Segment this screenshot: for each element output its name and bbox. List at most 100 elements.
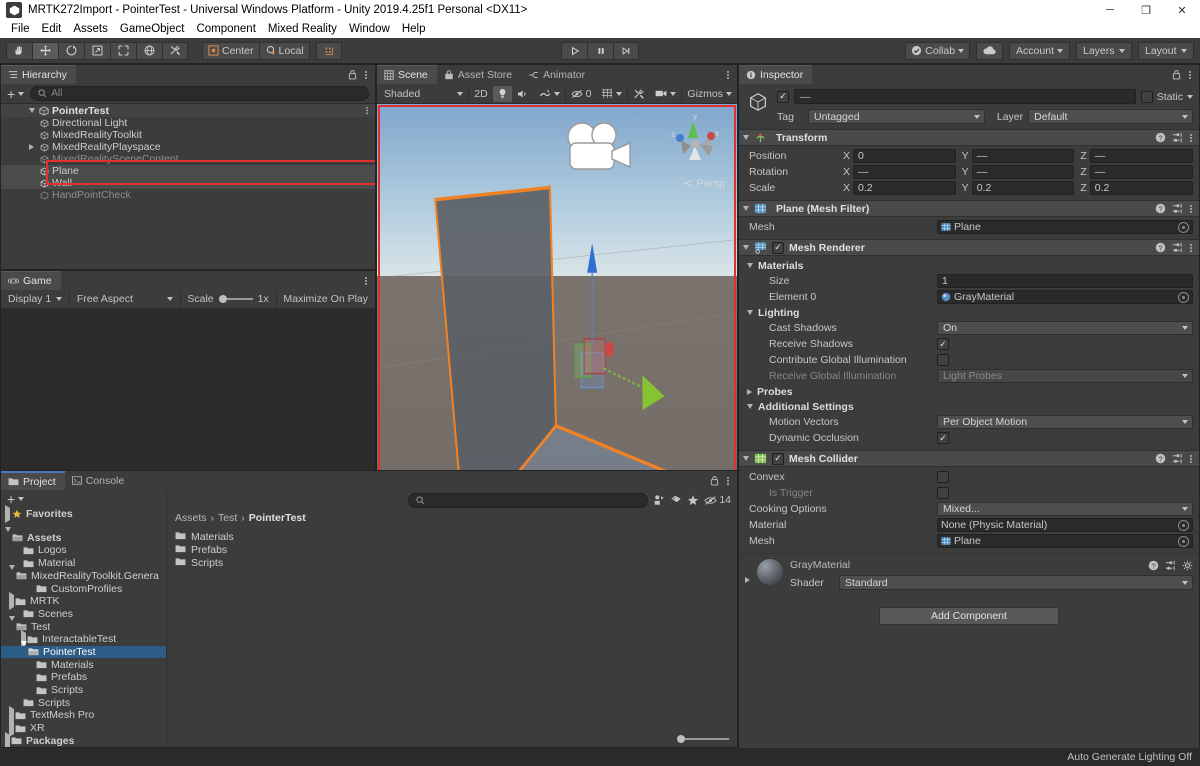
tab-hierarchy[interactable]: Hierarchy — [1, 65, 76, 84]
tab-scene[interactable]: Scene — [377, 65, 437, 84]
project-tree-item-prefabs[interactable]: Prefabs — [1, 671, 166, 684]
mesh-filter-mesh-field[interactable]: Plane — [937, 220, 1193, 234]
scene-gizmos-dropdown[interactable]: Gizmos — [682, 86, 737, 102]
rotation-x-input[interactable]: — — [853, 165, 956, 179]
lighting-section-header[interactable]: Lighting — [745, 305, 1193, 320]
hierarchy-row-mixedrealityplayspace[interactable]: MixedRealityPlayspace — [1, 141, 375, 153]
preset-icon[interactable] — [1172, 203, 1183, 214]
hierarchy-row-handpointcheck[interactable]: HandPointCheck — [1, 189, 375, 201]
materials-section-header[interactable]: Materials — [745, 258, 1193, 273]
collab-button[interactable]: Collab — [905, 41, 971, 60]
hierarchy-add-button[interactable]: + — [7, 87, 25, 101]
scene-fx-dropdown[interactable] — [534, 86, 565, 102]
play-button[interactable] — [561, 41, 587, 60]
project-tree-item-material[interactable]: Material — [1, 557, 166, 570]
materials-size-input[interactable]: 1 — [937, 274, 1193, 288]
move-tool-button[interactable] — [32, 41, 58, 60]
hierarchy-row-scene[interactable]: PointerTest — [1, 104, 375, 117]
mesh-renderer-component-header[interactable]: ✓ Mesh Renderer ? — [739, 239, 1199, 256]
maximize-on-play-toggle[interactable]: Maximize On Play — [276, 291, 375, 307]
project-list-item-scripts[interactable]: Scripts — [175, 556, 737, 569]
hierarchy-search-input[interactable]: All — [30, 86, 369, 101]
project-tree-item-scripts[interactable]: Scripts — [1, 696, 166, 709]
object-picker-icon[interactable] — [1178, 221, 1189, 233]
more-options-icon[interactable] — [1189, 203, 1193, 215]
tab-console[interactable]: Console — [64, 471, 134, 490]
scale-tool-button[interactable] — [84, 41, 110, 60]
hand-tool-button[interactable] — [6, 41, 32, 60]
position-y-input[interactable]: — — [971, 149, 1075, 163]
add-component-button[interactable]: Add Component — [879, 607, 1059, 625]
close-button[interactable]: ✕ — [1164, 0, 1200, 20]
menu-item-assets[interactable]: Assets — [67, 20, 114, 38]
transform-component-header[interactable]: Transform ? — [739, 129, 1199, 146]
position-x-input[interactable]: 0 — [853, 149, 956, 163]
tab-game[interactable]: Game — [1, 271, 61, 290]
project-tree-item-scenes[interactable]: Scenes — [1, 608, 166, 621]
tab-project[interactable]: Project — [1, 471, 65, 490]
hierarchy-row-plane[interactable]: Plane — [1, 165, 375, 177]
breadcrumb-pointertest[interactable]: PointerTest — [249, 512, 306, 524]
menu-item-help[interactable]: Help — [396, 20, 432, 38]
cloud-button[interactable] — [976, 41, 1004, 60]
mesh-filter-component-header[interactable]: Plane (Mesh Filter) ? — [739, 200, 1199, 217]
account-button[interactable]: Account — [1009, 41, 1070, 60]
project-tree-item-xr[interactable]: XR — [1, 719, 166, 738]
step-button[interactable] — [613, 41, 639, 60]
project-icon-size-slider[interactable] — [677, 735, 729, 743]
help-icon[interactable]: ? — [1155, 242, 1166, 253]
scene-audio-toggle[interactable] — [512, 86, 534, 102]
preset-icon[interactable] — [1172, 242, 1183, 253]
scale-x-input[interactable]: 0.2 — [853, 181, 956, 195]
orientation-gizmo[interactable]: y x z — [661, 110, 729, 176]
breadcrumb-assets[interactable]: Assets — [175, 512, 207, 524]
scale-slider-track[interactable] — [218, 295, 253, 303]
project-tree-item-favorites[interactable]: Favorites — [1, 505, 166, 524]
object-picker-icon[interactable] — [1178, 291, 1189, 303]
convex-checkbox[interactable]: ✓ — [937, 471, 949, 483]
project-search-input[interactable] — [408, 492, 649, 508]
mesh-collider-component-header[interactable]: ✓ Mesh Collider ? — [739, 450, 1199, 467]
position-z-input[interactable]: — — [1089, 149, 1194, 163]
help-icon[interactable]: ? — [1148, 560, 1159, 571]
custom-tool-button[interactable] — [162, 41, 188, 60]
tag-dropdown[interactable]: Untagged — [808, 109, 986, 124]
gameobject-name-input[interactable]: — — [794, 89, 1136, 104]
project-tree-item-packages[interactable]: Packages — [1, 731, 166, 747]
layer-dropdown[interactable]: Default — [1028, 109, 1194, 124]
help-icon[interactable]: ? — [1155, 453, 1166, 464]
cooking-options-dropdown[interactable]: Mixed... — [937, 502, 1193, 516]
dynamic-occlusion-checkbox[interactable]: ✓ — [937, 432, 949, 444]
project-tree-item-mrtk[interactable]: MRTK — [1, 592, 166, 611]
pivot-mode-button[interactable]: Center — [202, 41, 259, 60]
scene-hidden-objects-button[interactable]: 0 — [566, 86, 597, 102]
cast-shadows-dropdown[interactable]: On — [937, 321, 1193, 335]
project-item-list[interactable]: Materials Prefabs Scripts — [167, 526, 737, 731]
tab-asset-store[interactable]: Asset Store — [436, 65, 522, 84]
menu-item-edit[interactable]: Edit — [36, 20, 68, 38]
menu-item-window[interactable]: Window — [343, 20, 396, 38]
help-icon[interactable]: ? — [1155, 132, 1166, 143]
inspector-body[interactable]: ✓ — ✓ Static — [739, 84, 1199, 765]
rotation-z-input[interactable]: — — [1089, 165, 1194, 179]
twisty-down-icon[interactable] — [25, 108, 38, 113]
menu-item-component[interactable]: Component — [190, 20, 261, 38]
rect-tool-button[interactable] — [110, 41, 136, 60]
project-tree-item-assets[interactable]: Assets — [1, 526, 166, 544]
physic-material-field[interactable]: None (Physic Material) — [937, 518, 1193, 532]
grid-snapping-button[interactable] — [315, 41, 342, 60]
motion-vectors-dropdown[interactable]: Per Object Motion — [937, 415, 1193, 429]
scene-component-tools-button[interactable] — [628, 86, 650, 102]
rotate-tool-button[interactable] — [58, 41, 84, 60]
breadcrumb-test[interactable]: Test — [218, 512, 237, 524]
collider-mesh-field[interactable]: Plane — [937, 534, 1193, 548]
gameobject-icon[interactable] — [745, 89, 771, 113]
project-list-item-materials[interactable]: Materials — [175, 530, 737, 543]
static-checkbox[interactable]: ✓ — [1140, 90, 1153, 103]
more-options-icon[interactable] — [1189, 242, 1193, 254]
more-options-icon[interactable] — [1189, 132, 1193, 144]
transform-tool-button[interactable] — [136, 41, 162, 60]
pause-button[interactable] — [587, 41, 613, 60]
game-display-dropdown[interactable]: Display 1 — [1, 291, 69, 307]
mesh-renderer-enabled-checkbox[interactable]: ✓ — [772, 241, 784, 254]
